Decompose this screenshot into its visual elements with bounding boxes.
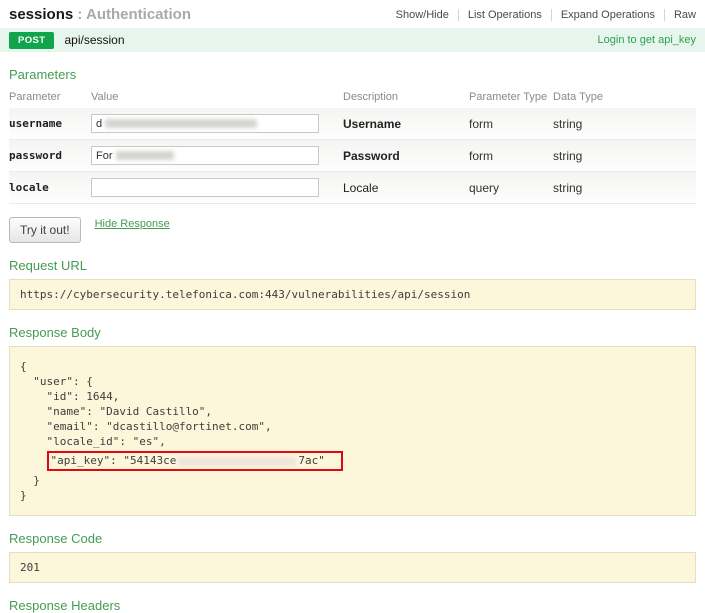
post-method-badge: POST (9, 32, 54, 49)
api-key-redaction (178, 457, 296, 466)
top-nav: Show/Hide List Operations Expand Operati… (387, 9, 697, 21)
param-name: locale (9, 172, 91, 204)
api-key-highlight-box: "api_key": "54143ce 7ac" (47, 451, 343, 471)
username-value: d (96, 118, 102, 130)
response-code-value: 201 (9, 552, 696, 583)
endpoint-header[interactable]: POST api/session Login to get api_key (0, 28, 705, 52)
request-url-value: https://cybersecurity.telefonica.com:443… (9, 279, 696, 310)
param-name: username (9, 108, 91, 140)
param-description: Username (343, 108, 469, 140)
param-name: password (9, 140, 91, 172)
locale-input[interactable] (91, 178, 319, 197)
response-body: { "user": { "id": 1644, "name": "David C… (9, 346, 696, 516)
response-line: } (20, 473, 685, 488)
param-data-type: string (553, 172, 696, 204)
parameters-heading: Parameters (9, 67, 696, 82)
request-url-heading: Request URL (9, 258, 696, 273)
username-redaction (105, 119, 257, 128)
col-parameter: Parameter (9, 88, 91, 108)
try-row: Try it out! Hide Response (9, 217, 696, 243)
parameters-header-row: Parameter Value Description Parameter Ty… (9, 88, 696, 108)
response-line-api-key: "api_key": "54143ce 7ac" (20, 451, 685, 471)
param-value-cell: For (91, 140, 343, 172)
page-title-description: : Authentication (73, 6, 191, 23)
param-type: query (469, 172, 553, 204)
operation-content: Parameters Parameter Value Description P… (0, 67, 705, 613)
param-data-type: string (553, 140, 696, 172)
response-line: "id": 1644, (20, 389, 685, 404)
param-type: form (469, 140, 553, 172)
username-input[interactable]: d (91, 114, 319, 133)
password-input[interactable]: For (91, 146, 319, 165)
password-redaction (116, 151, 174, 160)
nav-raw[interactable]: Raw (665, 9, 697, 21)
response-line: { (20, 359, 685, 374)
endpoint-path-link[interactable]: api/session (64, 33, 124, 47)
response-line: "email": "dcastillo@fortinet.com", (20, 419, 685, 434)
param-row-locale: locale Locale query string (9, 172, 696, 204)
response-headers-heading: Response Headers (9, 598, 696, 613)
param-row-username: username d Username form string (9, 108, 696, 140)
param-description: Locale (343, 172, 469, 204)
password-value: For (96, 150, 113, 162)
api-key-indent (20, 454, 47, 467)
try-it-out-button[interactable]: Try it out! (9, 217, 81, 243)
col-parameter-type: Parameter Type (469, 88, 553, 108)
param-value-cell (91, 172, 343, 204)
api-key-suffix: 7ac" (298, 454, 325, 467)
response-line: "user": { (20, 374, 685, 389)
param-value-cell: d (91, 108, 343, 140)
response-line: } (20, 488, 685, 503)
param-type: form (469, 108, 553, 140)
col-value: Value (91, 88, 343, 108)
col-description: Description (343, 88, 469, 108)
login-api-key-link[interactable]: Login to get api_key (598, 34, 696, 46)
nav-expand-operations[interactable]: Expand Operations (552, 9, 665, 21)
response-line: "locale_id": "es", (20, 434, 685, 449)
nav-show-hide[interactable]: Show/Hide (387, 9, 459, 21)
hide-response-link[interactable]: Hide Response (95, 218, 170, 230)
response-line: "name": "David Castillo", (20, 404, 685, 419)
col-data-type: Data Type (553, 88, 696, 108)
nav-list-operations[interactable]: List Operations (459, 9, 552, 21)
param-description: Password (343, 140, 469, 172)
api-key-prefix: "api_key": "54143ce (51, 454, 177, 467)
header: sessions : Authentication Show/Hide List… (0, 0, 705, 28)
param-data-type: string (553, 108, 696, 140)
parameters-table: Parameter Value Description Parameter Ty… (9, 88, 696, 204)
page-title: sessions : Authentication (9, 6, 191, 23)
response-code-heading: Response Code (9, 531, 696, 546)
page-title-resource: sessions (9, 6, 73, 23)
response-body-heading: Response Body (9, 325, 696, 340)
param-row-password: password For Password form string (9, 140, 696, 172)
